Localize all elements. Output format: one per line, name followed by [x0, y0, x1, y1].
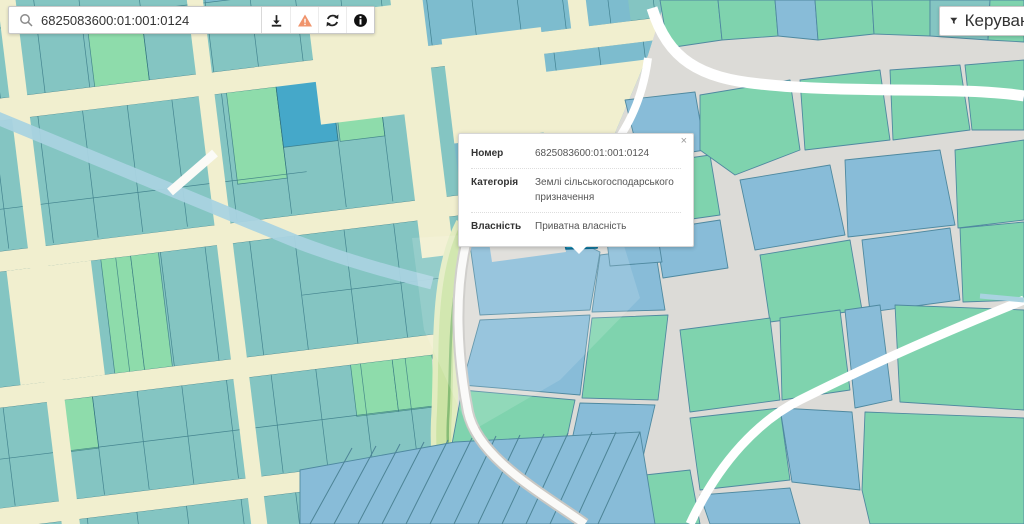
close-icon[interactable]: × — [681, 136, 687, 147]
refresh-button[interactable] — [318, 7, 346, 33]
row-label: Категорія — [471, 175, 529, 206]
row-label: Власність — [471, 219, 529, 235]
info-icon — [353, 13, 368, 28]
search-input[interactable] — [39, 7, 261, 33]
row-value: Землі сільськогосподарського призначення — [535, 175, 681, 206]
download-icon — [269, 13, 284, 28]
popup-row-ownership: Власність Приватна власність — [471, 213, 681, 241]
popup-row-category: Категорія Землі сільськогосподарського п… — [471, 169, 681, 213]
row-value: 6825083600:01:001:0124 — [535, 146, 681, 162]
search-toolbar — [261, 7, 374, 33]
download-button[interactable] — [262, 7, 290, 33]
warning-icon — [297, 13, 313, 28]
manage-button-label: Керування — [965, 11, 1024, 31]
search-bar — [8, 6, 375, 34]
refresh-icon — [325, 13, 340, 28]
warning-button[interactable] — [290, 7, 318, 33]
row-label: Номер — [471, 146, 529, 162]
parcel-info-popup: × Номер 6825083600:01:001:0124 Категорія… — [458, 133, 694, 247]
manage-layers-button[interactable]: Керування — [939, 6, 1024, 36]
search-icon — [9, 7, 39, 33]
row-value: Приватна власність — [535, 219, 681, 235]
info-button[interactable] — [346, 7, 374, 33]
map-canvas[interactable] — [0, 0, 1024, 524]
popup-row-number: Номер 6825083600:01:001:0124 — [471, 140, 681, 169]
filter-funnel-icon — [950, 14, 958, 28]
